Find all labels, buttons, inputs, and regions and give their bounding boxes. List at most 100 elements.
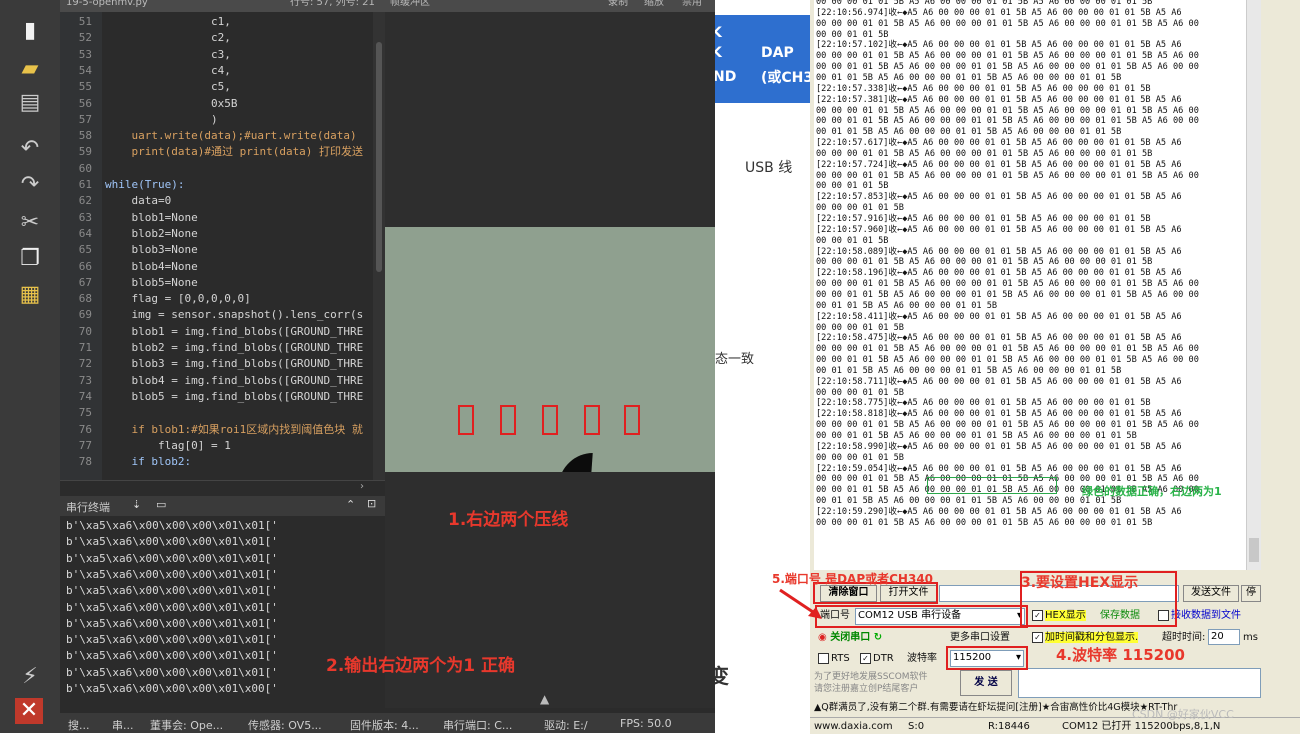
- log-scrollbar[interactable]: [1246, 0, 1261, 570]
- line-number: 75: [78, 406, 92, 420]
- connect-icon[interactable]: ⚡: [15, 664, 45, 690]
- openmv-ide-window: ▮ ▰ ▤ ↶ ↷ ✂ ❐ ▦ ⚡ ✕ 19-5-openmv.py 行号: 5…: [0, 0, 715, 733]
- code-line: c4,: [105, 63, 231, 77]
- terminal-float-icon[interactable]: ⊡: [367, 497, 376, 510]
- refresh-icon[interactable]: ↻: [874, 632, 882, 643]
- undo-icon[interactable]: ↶: [15, 136, 45, 162]
- open-folder-icon[interactable]: ▰: [15, 56, 45, 82]
- terminal-collapse-icon[interactable]: ⌃: [346, 498, 355, 511]
- log-line: [22:10:58.411]收←◆A5 A6 00 00 00 01 01 5B…: [816, 311, 1182, 322]
- status-website[interactable]: www.daxia.com: [814, 720, 893, 734]
- code-line: c2,: [105, 31, 231, 45]
- background-slide: K K ND DAP (或CH3 USB 线 态一致 变: [715, 0, 810, 733]
- status-firmware: 固件版本: 4...: [350, 719, 419, 732]
- log-line: 00 00 00 01 01 5B A5 A6 00 00 00 01 01 5…: [816, 0, 1153, 7]
- terminal-line: b'\xa5\xa6\x00\x00\x00\x01\x01[': [66, 551, 278, 565]
- timestamp-checkbox[interactable]: ✓: [1032, 631, 1043, 643]
- log-line: [22:10:57.617]收←◆A5 A6 00 00 00 01 01 5B…: [816, 138, 1182, 149]
- line-number: 52: [78, 31, 92, 45]
- dtr-label: DTR: [873, 653, 894, 664]
- rts-toggle[interactable]: RTS: [818, 652, 850, 666]
- ide-statusbar: 搜... 串... 董事会: Ope... 传感器: OV5... 固件版本: …: [60, 713, 715, 733]
- port-status-icon: ◉: [818, 632, 827, 643]
- log-line: 00 00 00 01 01 5B: [816, 322, 904, 333]
- slide-blue-band: K K ND DAP (或CH3: [715, 15, 810, 103]
- ticker[interactable]: ▲Q群满员了,没有第二个群.有需要请在虾坛提问[注册]★合宙高性价比4G模块★R…: [814, 701, 1177, 715]
- new-file-icon[interactable]: ▮: [15, 18, 45, 44]
- status-fps: FPS: 50.0: [620, 717, 672, 730]
- disconnect-icon[interactable]: ✕: [15, 698, 43, 724]
- ide-left-toolbar: ▮ ▰ ▤ ↶ ↷ ✂ ❐ ▦ ⚡ ✕: [0, 0, 60, 733]
- cut-icon[interactable]: ✂: [15, 210, 45, 236]
- log-line: [22:10:57.853]收←◆A5 A6 00 00 00 01 01 5B…: [816, 192, 1182, 203]
- timestamp-toggle[interactable]: ✓ 加时间戳和分包显示.: [1032, 631, 1139, 645]
- more-settings-button[interactable]: 更多串口设置: [950, 631, 1010, 645]
- code-line: blob2=None: [105, 226, 198, 240]
- terminal-save-icon[interactable]: ▭: [156, 498, 166, 511]
- rts-checkbox[interactable]: [818, 652, 829, 664]
- status-sensor: 传感器: OV5...: [248, 719, 322, 732]
- log-line: 00 00 01 01 5B A5 A6 00 00 00 01 01 5B A…: [816, 431, 1137, 441]
- disable-button[interactable]: 禁用: [682, 0, 702, 9]
- code-line: blob5=None: [105, 275, 198, 289]
- save-icon[interactable]: ▤: [15, 90, 45, 116]
- send-button[interactable]: 发 送: [960, 670, 1012, 696]
- baud-label: 波特率: [907, 653, 937, 664]
- port-highlight-box: [815, 605, 1028, 628]
- roi-box-2: [500, 405, 516, 435]
- zoom-button[interactable]: 缩放: [644, 0, 664, 9]
- editor-hscroll[interactable]: ›: [60, 480, 385, 497]
- log-line: [22:10:56.974]收←◆A5 A6 00 00 00 01 01 5B…: [816, 7, 1182, 18]
- log-line: 00 00 01 01 5B: [816, 29, 889, 40]
- log-line: 00 01 01 5B A5 A6 00 00 00 01 01 5B: [816, 300, 998, 311]
- close-port-button[interactable]: ◉ 关闭串口 ↻: [818, 631, 882, 645]
- code-line: blob4 = img.find_blobs([GROUND_THRE: [105, 373, 364, 387]
- redo-icon[interactable]: ↷: [15, 172, 45, 198]
- code-line: print(data)#通过 print(data) 打印发送: [105, 145, 364, 159]
- log-line: 00 00 01 01 5B: [816, 235, 889, 246]
- terminal-line: b'\xa5\xa6\x00\x00\x00\x01\x01[': [66, 584, 278, 598]
- code-line: c3,: [105, 47, 231, 61]
- status-port: 串行端口: C...: [443, 719, 513, 732]
- status-search[interactable]: 搜...: [68, 717, 90, 733]
- code-editor[interactable]: 51 52 53 54 55 56 57 58 59 60 61 62 63 64 65 66 67 68 69 70…: [60, 12, 385, 480]
- line-number-gutter: 51 52 53 54 55 56 57 58 59 60 61 62 63 64 65 66 67 68 69 70…: [60, 12, 102, 480]
- slide-text-dap: DAP: [761, 45, 794, 61]
- stop-button[interactable]: 停: [1241, 585, 1261, 602]
- editor-scrollbar[interactable]: [373, 12, 385, 480]
- line-number: 66: [78, 259, 92, 273]
- send-input[interactable]: [1018, 668, 1261, 698]
- terminal-clear-icon[interactable]: ⇣: [132, 498, 141, 511]
- line-number: 62: [78, 194, 92, 208]
- line-number: 67: [78, 275, 92, 289]
- code-line: ): [105, 112, 218, 126]
- code-line: uart.write(data);#uart.write(data): [105, 129, 357, 143]
- paste-icon[interactable]: ▦: [15, 282, 45, 308]
- line-number: 65: [78, 243, 92, 257]
- record-button[interactable]: 录制: [608, 0, 628, 9]
- timeout-input[interactable]: 20: [1208, 629, 1240, 645]
- line-number: 58: [78, 129, 92, 143]
- send-file-button[interactable]: 发送文件: [1183, 585, 1239, 602]
- log-line: [22:10:57.381]收←◆A5 A6 00 00 00 01 01 5B…: [816, 94, 1182, 105]
- code-line: blob1 = img.find_blobs([GROUND_THRE: [105, 324, 364, 338]
- line-number: 63: [78, 210, 92, 224]
- green-highlight-box: [927, 477, 1057, 494]
- line-number: 64: [78, 226, 92, 240]
- roi-box-5: [624, 405, 640, 435]
- copy-icon[interactable]: ❐: [15, 246, 45, 272]
- code-line: while(True):: [105, 178, 185, 191]
- log-line: 00 00 00 01 01 5B A5 A6 00 00 00 01 01 5…: [816, 517, 1153, 528]
- scroll-right-icon[interactable]: ›: [360, 481, 364, 492]
- black-track-line: [543, 453, 593, 472]
- collapse-arrow-icon[interactable]: ▲: [540, 692, 549, 706]
- close-port-label: 关闭串口: [830, 632, 871, 643]
- dtr-checkbox[interactable]: ✓: [860, 652, 871, 664]
- line-number: 69: [78, 308, 92, 322]
- dtr-toggle[interactable]: ✓ DTR: [860, 652, 894, 666]
- code-line: data=0: [105, 194, 172, 208]
- code-line: c5,: [105, 80, 231, 94]
- status-serial[interactable]: 串...: [112, 717, 134, 733]
- line-number: 55: [78, 80, 92, 94]
- log-line: [22:10:57.338]收←◆A5 A6 00 00 00 01 01 5B…: [816, 83, 1151, 94]
